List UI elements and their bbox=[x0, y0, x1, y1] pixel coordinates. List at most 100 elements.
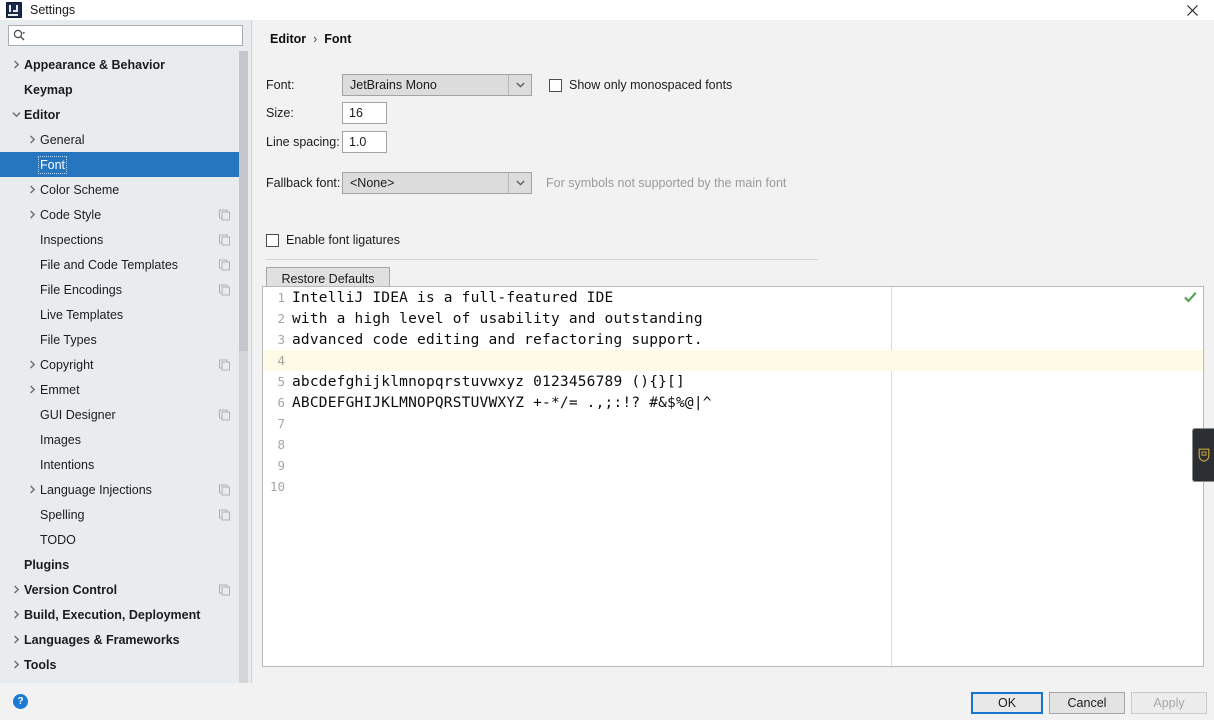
chevron-right-icon[interactable] bbox=[12, 610, 21, 619]
fallback-font-combobox[interactable]: <None> bbox=[342, 172, 532, 194]
chevron-down-icon[interactable] bbox=[508, 75, 531, 95]
breadcrumb: Editor › Font bbox=[270, 32, 351, 46]
chevron-right-icon[interactable] bbox=[28, 210, 37, 219]
sidebar-item-font[interactable]: Font bbox=[0, 152, 244, 177]
chevron-down-icon[interactable] bbox=[12, 110, 21, 119]
tree-expander[interactable] bbox=[8, 635, 24, 644]
fallback-font-value: <None> bbox=[350, 176, 395, 190]
sidebar-item-file-encodings[interactable]: File Encodings bbox=[0, 277, 244, 302]
sidebar-item-keymap[interactable]: Keymap bbox=[0, 77, 244, 102]
duplicate-icon[interactable] bbox=[219, 284, 230, 295]
tree-expander[interactable] bbox=[8, 110, 24, 119]
sidebar-item-editor[interactable]: Editor bbox=[0, 102, 244, 127]
chevron-right-icon[interactable] bbox=[12, 585, 21, 594]
line-number: 3 bbox=[277, 332, 285, 347]
chevron-right-icon[interactable] bbox=[28, 385, 37, 394]
window-title: Settings bbox=[30, 3, 76, 17]
sidebar-item-file-types[interactable]: File Types bbox=[0, 327, 244, 352]
sidebar-scrollbar[interactable] bbox=[239, 51, 248, 683]
line-spacing-input[interactable]: 1.0 bbox=[342, 131, 387, 153]
tree-expander[interactable] bbox=[24, 385, 40, 394]
duplicate-icon[interactable] bbox=[219, 209, 230, 220]
chevron-right-icon[interactable] bbox=[28, 135, 37, 144]
tree-expander[interactable] bbox=[24, 135, 40, 144]
sidebar-item-label: Plugins bbox=[24, 557, 70, 572]
sidebar-scrollbar-thumb[interactable] bbox=[239, 51, 248, 351]
edge-tool-widget[interactable] bbox=[1192, 428, 1214, 482]
sidebar-item-intentions[interactable]: Intentions bbox=[0, 452, 244, 477]
ligatures-checkbox-row[interactable]: Enable font ligatures bbox=[266, 233, 400, 247]
inspection-ok-check-icon[interactable] bbox=[1184, 291, 1197, 304]
tree-expander[interactable] bbox=[8, 610, 24, 619]
code-line: 9 bbox=[263, 455, 1203, 476]
code-line: 4 bbox=[263, 350, 1203, 371]
duplicate-icon[interactable] bbox=[219, 484, 230, 495]
chevron-right-icon[interactable] bbox=[12, 635, 21, 644]
sidebar-item-color-scheme[interactable]: Color Scheme bbox=[0, 177, 244, 202]
sidebar-item-live-templates[interactable]: Live Templates bbox=[0, 302, 244, 327]
sidebar-item-general[interactable]: General bbox=[0, 127, 244, 152]
line-text: IntelliJ IDEA is a full-featured IDE bbox=[292, 289, 614, 306]
breadcrumb-separator-icon: › bbox=[313, 32, 318, 46]
cancel-button[interactable]: Cancel bbox=[1049, 692, 1125, 714]
sidebar-item-label: Images bbox=[40, 432, 81, 447]
settings-tree[interactable]: Appearance & Behavior Keymap Editor General… bbox=[0, 52, 244, 683]
sidebar-item-plugins[interactable]: Plugins bbox=[0, 552, 244, 577]
sidebar-item-todo[interactable]: TODO bbox=[0, 527, 244, 552]
chevron-right-icon[interactable] bbox=[28, 360, 37, 369]
sidebar-item-label: Appearance & Behavior bbox=[24, 57, 166, 72]
show-monospaced-checkbox-row[interactable]: Show only monospaced fonts bbox=[549, 78, 732, 92]
font-preview-editor[interactable]: 1 IntelliJ IDEA is a full-featured IDE 2 wi… bbox=[262, 286, 1204, 667]
duplicate-icon[interactable] bbox=[219, 584, 230, 595]
sidebar-item-version-control[interactable]: Version Control bbox=[0, 577, 244, 602]
font-family-combobox[interactable]: JetBrains Mono bbox=[342, 74, 532, 96]
tree-expander[interactable] bbox=[24, 185, 40, 194]
chevron-right-icon[interactable] bbox=[12, 60, 21, 69]
tree-expander[interactable] bbox=[8, 585, 24, 594]
chevron-down-icon[interactable] bbox=[508, 173, 531, 193]
tree-expander[interactable] bbox=[24, 210, 40, 219]
sidebar-item-build-execution-deployment[interactable]: Build, Execution, Deployment bbox=[0, 602, 244, 627]
sidebar-item-spelling[interactable]: Spelling bbox=[0, 502, 244, 527]
sidebar-item-images[interactable]: Images bbox=[0, 427, 244, 452]
breadcrumb-parent[interactable]: Editor bbox=[270, 32, 306, 46]
chevron-right-icon[interactable] bbox=[28, 485, 37, 494]
code-line: 7 bbox=[263, 413, 1203, 434]
sidebar-item-label: Keymap bbox=[24, 82, 73, 97]
help-icon[interactable]: ? bbox=[13, 694, 28, 709]
ok-button[interactable]: OK bbox=[971, 692, 1043, 714]
sidebar-item-code-style[interactable]: Code Style bbox=[0, 202, 244, 227]
sidebar-item-languages-frameworks[interactable]: Languages & Frameworks bbox=[0, 627, 244, 652]
tree-expander[interactable] bbox=[8, 660, 24, 669]
chevron-right-icon[interactable] bbox=[28, 185, 37, 194]
duplicate-icon[interactable] bbox=[219, 234, 230, 245]
sidebar-item-language-injections[interactable]: Language Injections bbox=[0, 477, 244, 502]
duplicate-icon[interactable] bbox=[219, 259, 230, 270]
duplicate-icon[interactable] bbox=[219, 359, 230, 370]
line-number: 7 bbox=[277, 416, 285, 431]
enable-font-ligatures-checkbox[interactable] bbox=[266, 233, 279, 247]
shield-badge-icon bbox=[1198, 448, 1209, 462]
ligatures-row: Enable font ligatures bbox=[266, 233, 400, 247]
chevron-right-icon[interactable] bbox=[12, 660, 21, 669]
size-input[interactable]: 16 bbox=[342, 102, 387, 124]
close-icon[interactable] bbox=[1170, 0, 1214, 20]
sidebar-item-inspections[interactable]: Inspections bbox=[0, 227, 244, 252]
sidebar-item-emmet[interactable]: Emmet bbox=[0, 377, 244, 402]
sidebar-item-tools[interactable]: Tools bbox=[0, 652, 244, 677]
code-line: 6 ABCDEFGHIJKLMNOPQRSTUVWXYZ +-*/= .,;:!?… bbox=[263, 392, 1203, 413]
sidebar-item-gui-designer[interactable]: GUI Designer bbox=[0, 402, 244, 427]
tree-expander[interactable] bbox=[24, 360, 40, 369]
search-box[interactable] bbox=[8, 25, 243, 46]
sidebar-item-appearance-behavior[interactable]: Appearance & Behavior bbox=[0, 52, 244, 77]
size-row: Size: 16 bbox=[266, 102, 387, 124]
duplicate-icon[interactable] bbox=[219, 409, 230, 420]
sidebar-item-file-and-code-templates[interactable]: File and Code Templates bbox=[0, 252, 244, 277]
show-monospaced-checkbox[interactable] bbox=[549, 78, 562, 92]
tree-expander[interactable] bbox=[8, 60, 24, 69]
duplicate-icon[interactable] bbox=[219, 509, 230, 520]
tree-expander[interactable] bbox=[24, 485, 40, 494]
code-line: 10 bbox=[263, 476, 1203, 497]
sidebar-item-copyright[interactable]: Copyright bbox=[0, 352, 244, 377]
search-input[interactable] bbox=[30, 27, 238, 44]
